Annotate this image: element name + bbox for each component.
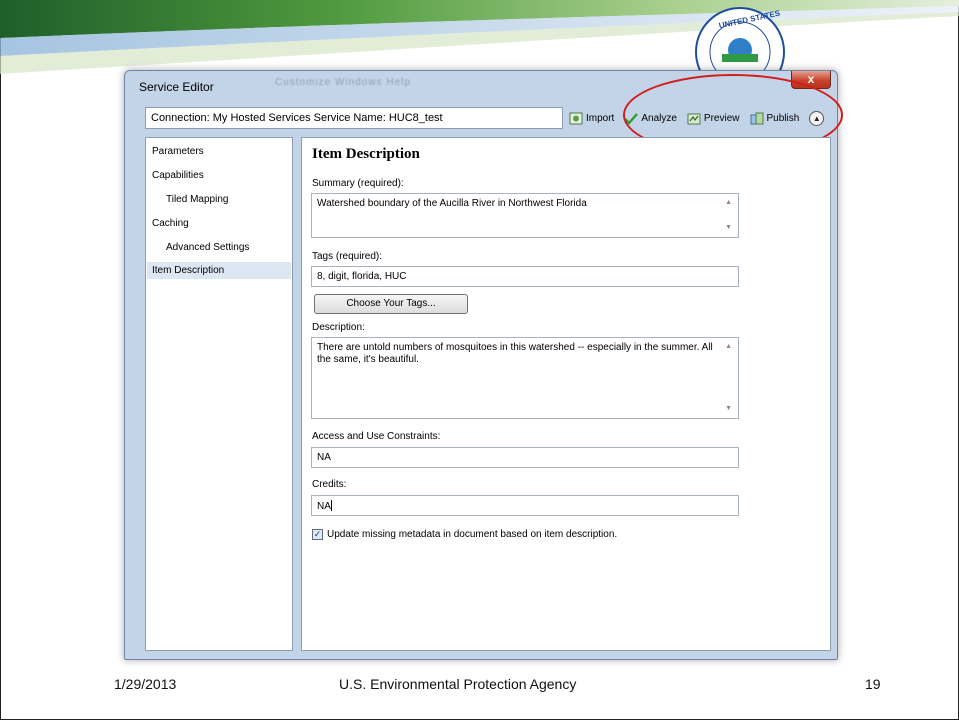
scroll-up-icon[interactable]: ▲ xyxy=(725,341,732,353)
credits-label: Credits: xyxy=(312,479,347,490)
page-title: Item Description xyxy=(312,146,420,162)
import-icon xyxy=(569,112,583,124)
scroll-down-icon[interactable]: ▼ xyxy=(725,403,732,415)
epa-seal-logo: UNITED STATES xyxy=(695,7,785,74)
update-metadata-label: Update missing metadata in document base… xyxy=(327,529,618,540)
settings-nav: Parameters Capabilities Tiled Mapping Ca… xyxy=(145,137,293,651)
access-constraints-field[interactable]: NA xyxy=(311,447,739,468)
credits-value: NA xyxy=(317,501,331,512)
import-label: Import xyxy=(586,112,615,124)
access-constraints-label: Access and Use Constraints: xyxy=(312,431,441,442)
text-cursor xyxy=(330,500,332,511)
tags-label: Tags (required): xyxy=(312,251,383,262)
nav-item-parameters[interactable]: Parameters xyxy=(152,146,204,157)
nav-item-tiled-mapping[interactable]: Tiled Mapping xyxy=(166,194,228,205)
description-value: There are untold numbers of mosquitoes i… xyxy=(317,342,713,365)
nav-item-capabilities[interactable]: Capabilities xyxy=(152,170,204,181)
scroll-up-icon[interactable]: ▲ xyxy=(725,197,732,209)
summary-label: Summary (required): xyxy=(312,178,404,189)
nav-item-item-description[interactable]: Item Description xyxy=(147,262,291,279)
import-button[interactable]: Import xyxy=(569,112,614,125)
tags-field[interactable]: 8, digit, florida, HUC xyxy=(311,266,739,287)
choose-tags-button[interactable]: Choose Your Tags... xyxy=(314,294,468,314)
summary-value: Watershed boundary of the Aucilla River … xyxy=(317,198,587,209)
nav-item-advanced-settings[interactable]: Advanced Settings xyxy=(166,242,249,253)
slide-page-number: 19 xyxy=(865,676,881,692)
credits-field[interactable]: NA xyxy=(311,495,739,516)
tags-value: 8, digit, florida, HUC xyxy=(317,271,407,282)
summary-field[interactable]: Watershed boundary of the Aucilla River … xyxy=(311,193,739,238)
update-metadata-option[interactable]: ✓ Update missing metadata in document ba… xyxy=(312,529,617,540)
service-editor-window: Service Editor Customize Windows Help x … xyxy=(124,70,843,660)
description-field[interactable]: There are untold numbers of mosquitoes i… xyxy=(311,337,739,419)
connection-field: Connection: My Hosted Services Service N… xyxy=(145,107,563,129)
background-menu-ghost: Customize Windows Help xyxy=(275,77,411,88)
item-description-panel: Item Description Summary (required): Wat… xyxy=(301,137,831,651)
description-label: Description: xyxy=(312,322,365,333)
update-metadata-checkbox[interactable]: ✓ xyxy=(312,529,323,540)
window-title: Service Editor xyxy=(139,80,214,94)
access-constraints-value: NA xyxy=(317,452,331,463)
slide-footer-agency: U.S. Environmental Protection Agency xyxy=(339,676,577,692)
nav-item-caching[interactable]: Caching xyxy=(152,218,189,229)
scroll-down-icon[interactable]: ▼ xyxy=(725,222,732,234)
slide-date: 1/29/2013 xyxy=(114,676,177,692)
